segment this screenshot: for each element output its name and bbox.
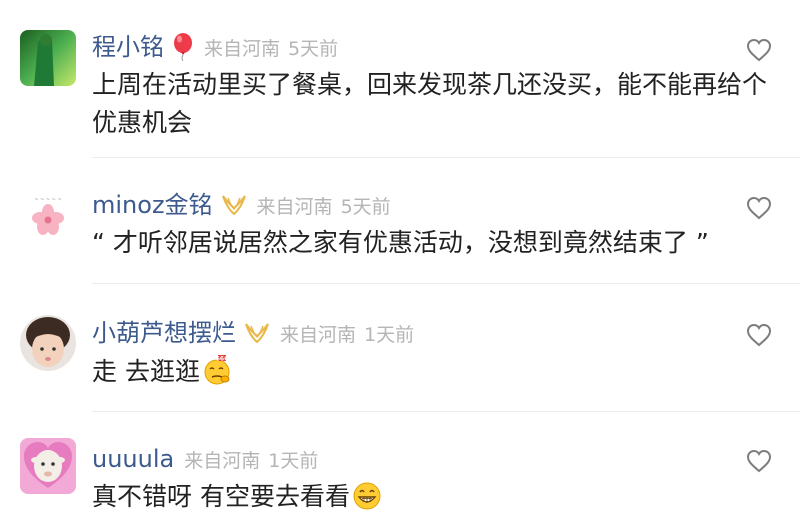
grinning-emoji (352, 481, 382, 522)
location: 来自河南 (280, 323, 357, 346)
avatar[interactable] (20, 315, 76, 371)
gold-v-icon (221, 194, 247, 216)
thinking-666-emoji: 666 (202, 354, 234, 397)
heart-icon[interactable] (746, 196, 772, 220)
comment-header: uuuula 来自河南 1天前 (92, 444, 318, 474)
username[interactable]: uuuula (92, 444, 174, 474)
username[interactable]: minoz金铭 (92, 190, 213, 220)
comment-text: 走 去逛逛 666 (92, 353, 782, 397)
timestamp: 5天前 (288, 37, 339, 60)
svg-text:666: 666 (216, 356, 229, 363)
timestamp: 5天前 (340, 195, 391, 218)
comment-header: minoz金铭 来自河南 5天前 (92, 190, 391, 220)
balloon-icon (172, 33, 194, 61)
comment-meta: 来自河南 1天前 (280, 320, 414, 347)
divider (92, 157, 800, 158)
heart-icon[interactable] (746, 38, 772, 62)
timestamp: 1天前 (364, 323, 415, 346)
comment-text-content: 走 去逛逛 (92, 357, 200, 386)
username[interactable]: 程小铭 (92, 32, 164, 62)
avatar[interactable]: ~ ~ ~ ~ ~ (20, 188, 76, 244)
comment-header: 小葫芦想摆烂 来自河南 1天前 (92, 318, 414, 348)
comment-text: “ 才听邻居说居然之家有优惠活动，没想到竟然结束了 ” (92, 228, 709, 257)
comment-text-content: 真不错呀 有空要去看看 (92, 482, 350, 511)
location: 来自河南 (184, 449, 261, 472)
comment-text: 真不错呀 有空要去看看 (92, 478, 782, 522)
gold-v-icon (244, 322, 270, 344)
comment-meta: 来自河南 5天前 (257, 192, 391, 219)
timestamp: 1天前 (268, 449, 319, 472)
comment-meta: 来自河南 5天前 (204, 34, 338, 61)
svg-text:~ ~ ~ ~ ~: ~ ~ ~ ~ ~ (34, 197, 61, 203)
comment-header: 程小铭 来自河南 5天前 (92, 32, 338, 62)
location: 来自河南 (204, 37, 281, 60)
divider (92, 411, 800, 412)
username[interactable]: 小葫芦想摆烂 (92, 318, 236, 348)
avatar[interactable] (20, 438, 76, 494)
avatar[interactable] (20, 30, 76, 86)
divider (92, 283, 800, 284)
comment-meta: 来自河南 1天前 (184, 446, 318, 473)
heart-icon[interactable] (746, 323, 772, 347)
heart-icon[interactable] (746, 449, 772, 473)
comment-text: 上周在活动里买了餐桌，回来发现茶几还没买，能不能再给个优惠机会 (92, 70, 768, 137)
location: 来自河南 (256, 195, 333, 218)
